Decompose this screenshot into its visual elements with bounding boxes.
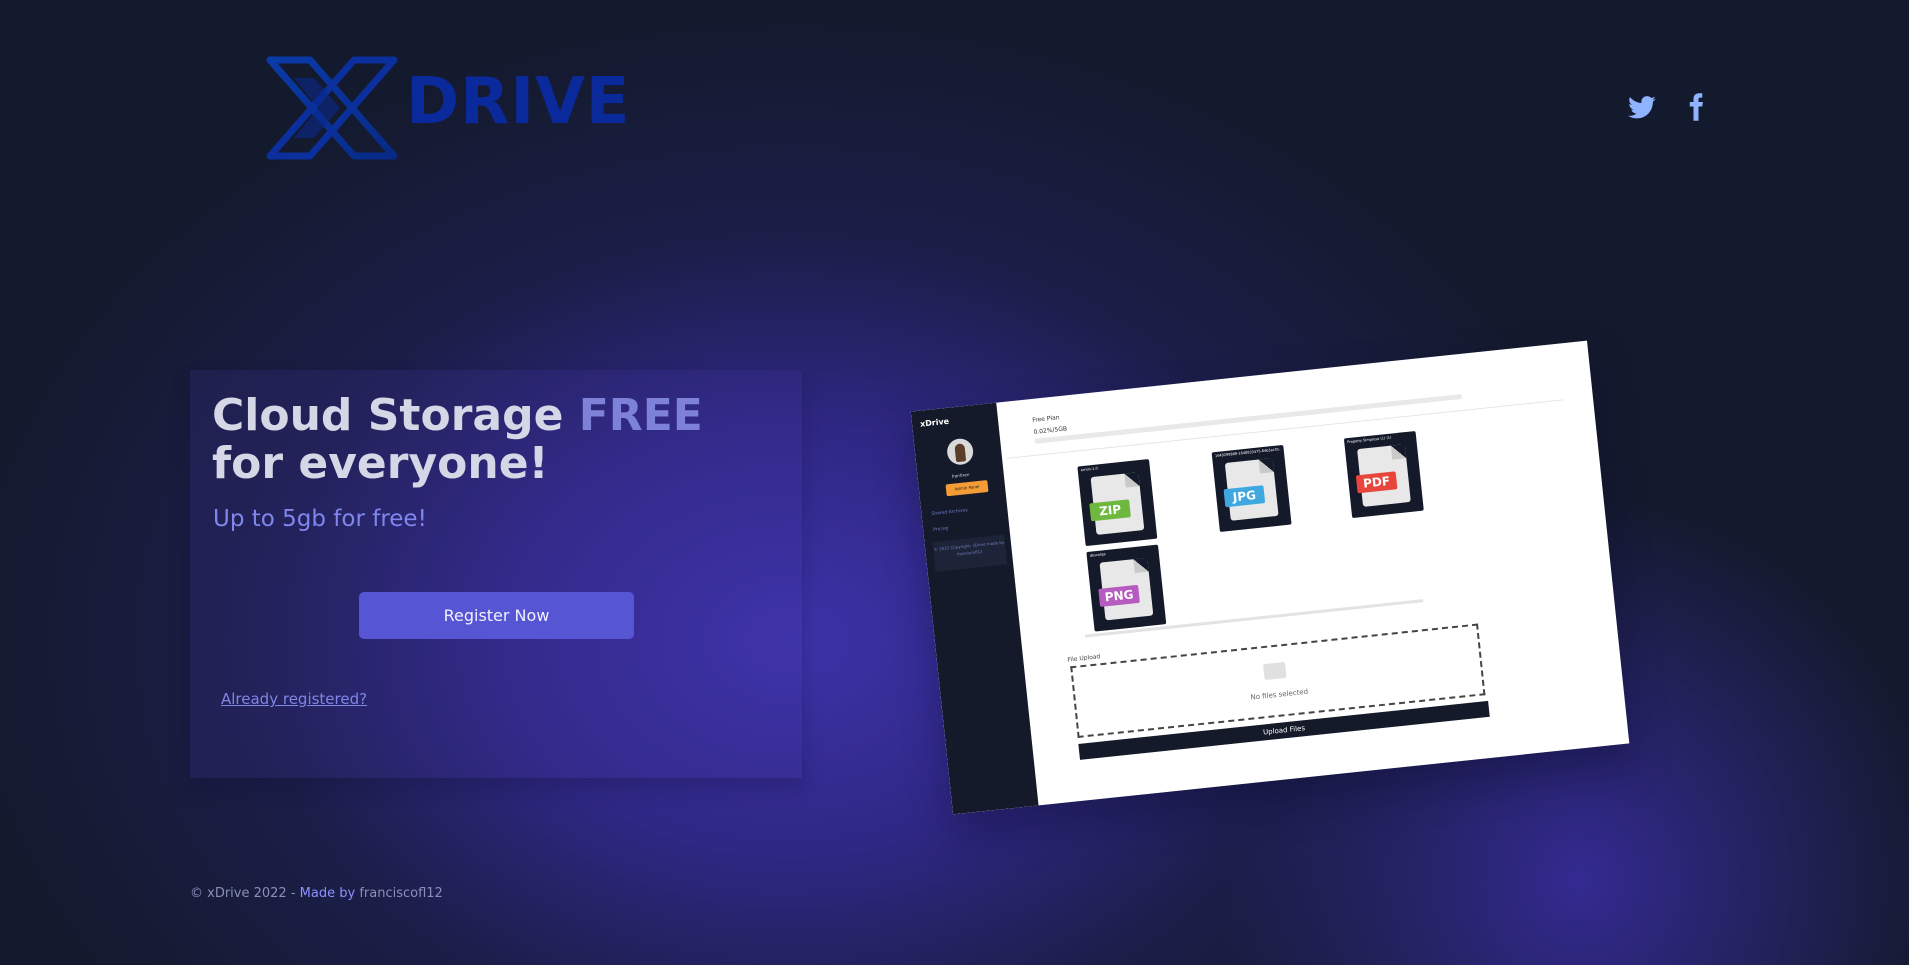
file-ext-badge: PDF [1355,471,1398,494]
hero-headline: Cloud Storage FREE for everyone! [212,390,703,489]
footer-made-by: Made by [295,886,360,901]
file-tile: errors-1.0 ZIP [1077,459,1158,547]
preview-admin-button: Admin Panel [945,480,989,497]
document-icon: JPG [1223,458,1279,521]
xdrive-logo[interactable]: DRIVE [266,56,629,160]
twitter-link[interactable] [1627,92,1657,122]
file-name: 1649298888-1648833475-84b3ac01-1ee2-4f6a… [1214,447,1281,459]
preview-username: franfixen [951,471,970,479]
app-preview: xDrive franfixen Admin Panel Shared Arch… [910,340,1630,815]
preview-brand: xDrive [919,416,950,429]
file-name: errors-1.0 [1080,466,1099,473]
file-ext-badge: JPG [1223,485,1266,508]
register-button[interactable]: Register Now [359,592,634,639]
file-name: descarga [1089,552,1106,558]
already-registered-link[interactable]: Already registered? [221,690,367,708]
logo-text: DRIVE [406,65,631,139]
twitter-icon [1628,96,1656,119]
file-tile: 1649298888-1648833475-84b3ac01-1ee2-4f6a… [1211,444,1292,532]
file-ext-badge: PNG [1098,584,1140,607]
facebook-link[interactable] [1681,92,1711,122]
preview-nav-shared: Shared Archives [931,508,969,518]
hero-subheadline: Up to 5gb for free! [213,506,427,532]
document-icon: PNG [1098,557,1154,621]
file-name: Property Simpreso (1) (1) [1347,435,1392,445]
file-tile: Property Simpreso (1) (1) PDF [1343,430,1424,519]
upload-icon [1263,661,1287,681]
app-preview-frame: xDrive franfixen Admin Panel Shared Arch… [910,340,1630,815]
preview-usage: 0.02%/5GB [1033,425,1068,436]
footer-copyright: © xDrive 2022 - [190,886,296,901]
file-tile: descarga PNG [1086,544,1167,632]
preview-plan: Free Plan [1031,414,1060,424]
file-ext-badge: ZIP [1089,499,1131,522]
headline-highlight: FREE [578,390,703,441]
preview-upload-title: File Upload [1067,653,1101,664]
preview-divider [1006,399,1564,459]
preview-avatar [945,437,975,466]
footer: © xDrive 2022 - Made by franciscofl12 [190,886,443,901]
document-icon: ZIP [1089,472,1145,535]
document-icon: PDF [1355,444,1411,507]
preview-copyright: © 2022 Copyright: xDrive made by francis… [932,534,1008,572]
preview-nav-pricing: Pricing [932,526,949,533]
footer-author: franciscofl12 [359,886,443,901]
facebook-icon [1689,93,1703,121]
